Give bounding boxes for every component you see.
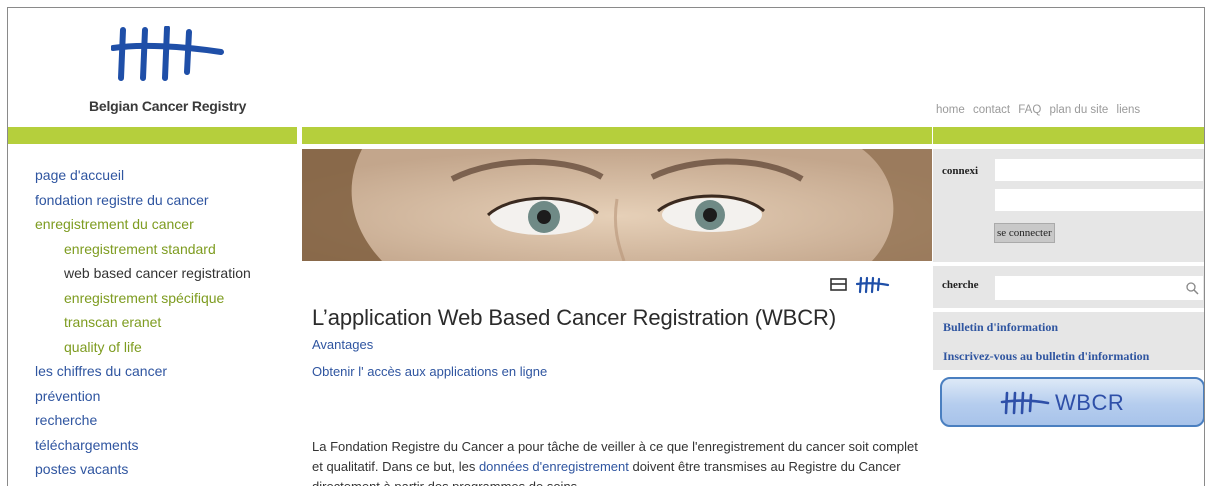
nav-item-specific-registration[interactable]: enregistrement spécifique [35,286,305,311]
green-bar-right [933,127,1204,144]
search-panel: cherche [933,266,1204,308]
page-frame: Belgian Cancer Registry home contact FAQ… [7,7,1205,486]
link-advantages[interactable]: Avantages [312,337,932,352]
nav-item-quality-of-life[interactable]: quality of life [35,335,305,360]
top-nav-links[interactable]: liens [1117,104,1141,116]
wbcr-button[interactable]: WBCR [940,377,1204,427]
top-nav-faq[interactable]: FAQ [1018,104,1041,116]
login-label: connexi [942,165,979,177]
page-title: L’application Web Based Cancer Registrat… [312,305,837,330]
nav-item-research[interactable]: recherche [35,408,305,433]
print-icon[interactable] [830,278,848,292]
search-input[interactable] [995,276,1203,300]
link-bulletin[interactable]: Bulletin d'information [943,320,1058,335]
nav-item-vacancies[interactable]: postes vacants [35,457,305,482]
org-name: Belgian Cancer Registry [89,98,247,114]
hero-image [302,149,932,261]
nav-item-cancer-figures[interactable]: les chiffres du cancer [35,359,305,384]
nav-item-home[interactable]: page d'accueil [35,163,305,188]
top-nav: home contact FAQ plan du site liens [936,104,1145,116]
green-bar-center [302,127,932,144]
site-logo[interactable]: Belgian Cancer Registry [89,26,279,116]
bcr-logo-icon [111,26,224,81]
search-label: cherche [942,279,979,291]
link-online-access[interactable]: Obtenir l' accès aux applications en lig… [312,364,932,379]
nav-item-standard-registration[interactable]: enregistrement standard [35,237,305,262]
nav-item-transcan[interactable]: transcan eranet [35,310,305,335]
nav-item-prevention[interactable]: prévention [35,384,305,409]
nav-item-wbcr[interactable]: web based cancer registration [35,261,305,286]
login-button[interactable]: se connecter [994,223,1055,243]
top-nav-sitemap[interactable]: plan du site [1049,104,1108,116]
top-nav-home[interactable]: home [936,104,965,116]
green-bar-left [8,127,297,144]
left-nav: page d'accueil fondation registre du can… [35,163,305,482]
search-icon[interactable] [1185,281,1199,295]
password-input[interactable] [995,189,1203,211]
wbcr-button-label: WBCR [1055,390,1125,415]
link-registration-data[interactable]: données d'enregistrement [479,459,629,474]
main-content: L’application Web Based Cancer Registrat… [312,305,932,486]
nav-item-cancer-registration[interactable]: enregistrement du cancer [35,212,305,237]
wbcr-logo-icon [1000,391,1050,415]
top-nav-contact[interactable]: contact [973,104,1010,116]
intro-paragraph: La Fondation Registre du Cancer a pour t… [312,437,932,486]
bcr-mini-logo-icon[interactable] [856,276,890,294]
login-panel: connexi se connecter [933,149,1204,262]
link-subscribe-bulletin[interactable]: Inscrivez-vous au bulletin d'information [943,349,1149,364]
nav-item-foundation[interactable]: fondation registre du cancer [35,188,305,213]
nav-item-downloads[interactable]: téléchargements [35,433,305,458]
username-input[interactable] [995,159,1203,181]
